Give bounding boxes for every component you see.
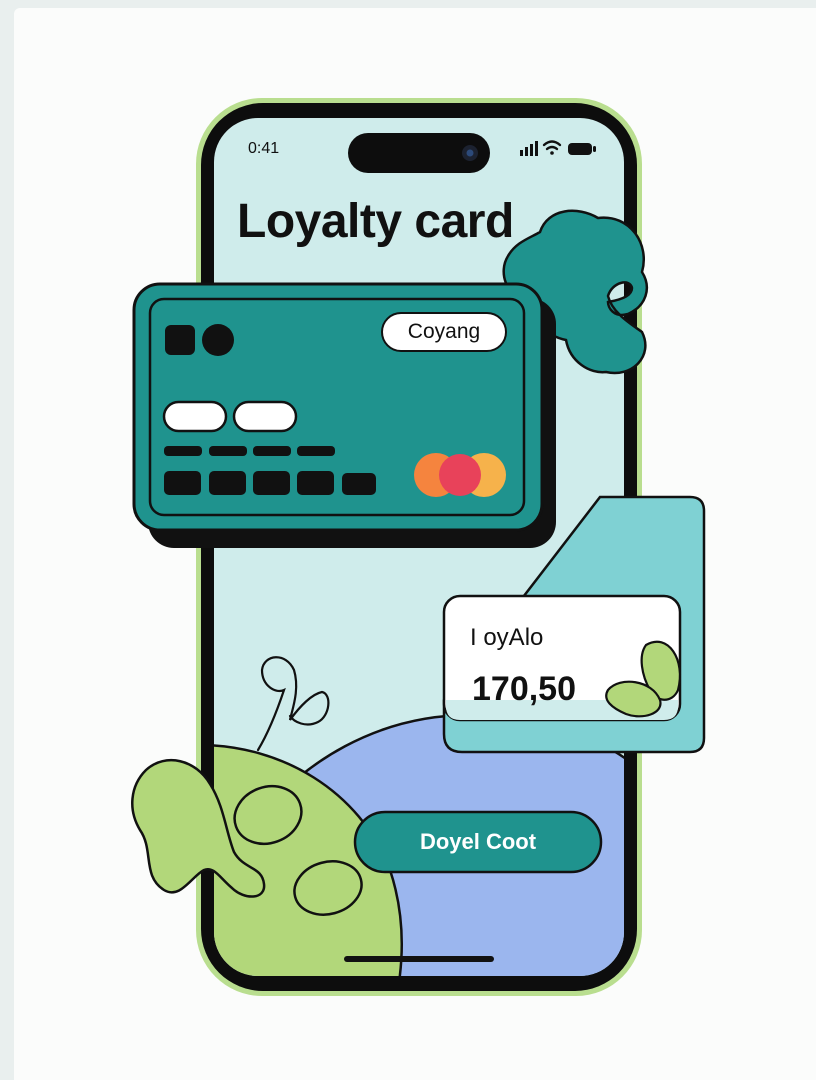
dynamic-island [348, 133, 490, 173]
card-brand-label: Coyang [407, 320, 481, 343]
balance-label: I oyAlo [470, 624, 544, 651]
action-button-label: Doyel Coot [419, 829, 537, 854]
chip-circle-icon [202, 324, 234, 356]
card-pill [232, 400, 298, 433]
card-number-block [253, 471, 290, 495]
card-number-block [297, 471, 334, 495]
card-pill [162, 400, 228, 433]
card-number-dash [253, 446, 291, 456]
status-time: 0:41 [248, 140, 280, 157]
card-brand-badge[interactable]: Coyang [381, 312, 507, 352]
card-number-block [164, 471, 201, 495]
illustration [131, 98, 706, 996]
card-number-block [342, 473, 376, 495]
card-number-dash [209, 446, 247, 456]
balance-amount: 170,50 [472, 670, 576, 708]
card-number-dash [297, 446, 335, 456]
card-number-dash [164, 446, 202, 456]
chip-square-icon [165, 325, 195, 355]
card-number-block [209, 471, 246, 495]
page-title: Loyalty card [237, 195, 514, 248]
card-network-icon [414, 453, 506, 497]
home-indicator [344, 956, 494, 962]
